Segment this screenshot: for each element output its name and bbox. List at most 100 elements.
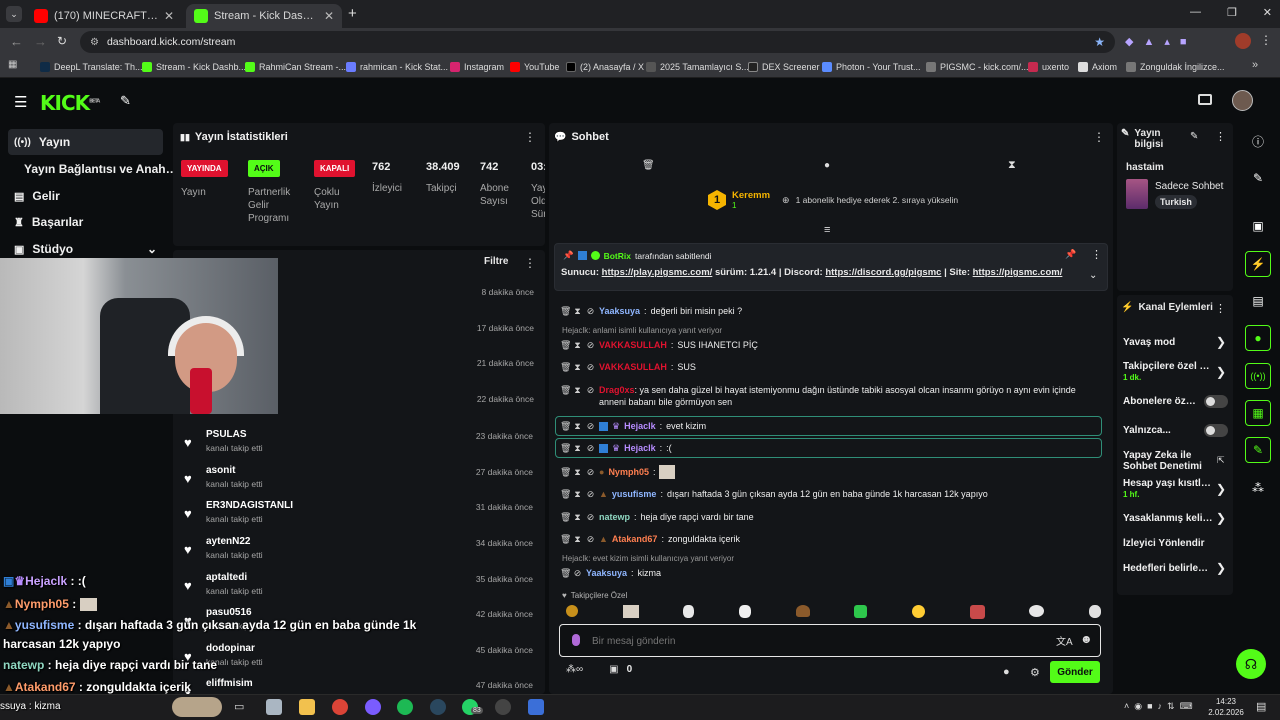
ban-icon[interactable]: ⊘ xyxy=(586,511,595,523)
file-explorer-icon[interactable] xyxy=(266,699,282,715)
hamburger-menu-icon[interactable]: ☰ xyxy=(14,93,27,111)
chat-username[interactable]: Hejaclk xyxy=(624,420,656,432)
ban-icon[interactable]: ⊘ xyxy=(586,361,595,373)
app-icon[interactable] xyxy=(528,699,544,715)
site-info-icon[interactable]: ⚙ xyxy=(90,37,99,48)
delete-icon[interactable]: 🗑 xyxy=(560,339,571,351)
nav-item-stream-key[interactable]: Yayın Bağlantısı ve Anahtarı xyxy=(8,156,178,182)
bookmark[interactable]: Stream - Kick Dashb... xyxy=(142,59,246,75)
emote-icon[interactable] xyxy=(622,605,639,618)
more-options-icon[interactable]: ⋮ xyxy=(1215,302,1226,315)
translate-icon[interactable]: 文A xyxy=(1056,633,1073,648)
site-link[interactable]: https://pigsmc.com/ xyxy=(973,267,1063,278)
emote-icon[interactable] xyxy=(738,605,751,618)
new-tab-icon[interactable]: + xyxy=(348,5,357,22)
ban-icon[interactable]: ⊘ xyxy=(586,442,595,454)
reload-icon[interactable]: ↻ xyxy=(57,34,67,48)
points-icon[interactable]: ⁂∞ xyxy=(566,664,583,675)
gear-icon[interactable]: ⚙ xyxy=(1030,666,1040,679)
more-options-icon[interactable]: ⋮ xyxy=(524,130,536,144)
tab-youtube[interactable]: (170) MINECRAFT'TA SAKLAMBAÇ ✕ xyxy=(26,4,182,28)
action-raid[interactable]: İzleyici Yönlendir xyxy=(1123,538,1229,549)
action-emotes-only[interactable]: Yalnızca... xyxy=(1123,425,1201,436)
bookmark[interactable]: DeepL Translate: Th... xyxy=(40,59,143,75)
chevron-right-icon[interactable]: ❯ xyxy=(1216,335,1226,349)
nav-item-yayin[interactable]: ((•)) Yayın xyxy=(8,129,163,155)
action-banned-words[interactable]: Yasaklanmış kelimel xyxy=(1123,513,1213,524)
document-icon[interactable]: ▤ xyxy=(1245,288,1271,314)
chat-username[interactable]: Nymph05 xyxy=(608,466,649,478)
delete-icon[interactable]: 🗑 xyxy=(560,420,571,432)
timeout-icon[interactable]: ⧗ xyxy=(573,339,582,351)
bookmark[interactable]: 2025 Tamamlayıcı S... xyxy=(646,59,749,75)
chat-username[interactable]: VAKKASULLAH xyxy=(599,339,667,351)
address-bar[interactable]: ⚙ dashboard.kick.com/stream ★ xyxy=(80,31,1115,53)
apps-icon[interactable]: ▦ xyxy=(8,59,17,70)
collapse-icon[interactable]: ≡ xyxy=(824,224,830,236)
action-account-age[interactable]: Hesap yaşı kısıtlama xyxy=(1123,478,1211,489)
bookmark[interactable]: YouTube xyxy=(510,59,559,75)
bookmark[interactable]: uxento xyxy=(1028,59,1069,75)
system-tray-icons[interactable]: ˄◉■♪⇅⌨ xyxy=(1124,701,1198,712)
more-options-icon[interactable]: ⋮ xyxy=(1093,130,1105,144)
bookmark[interactable]: DEX Screener xyxy=(748,59,820,75)
broadcast-icon[interactable]: ((•)) xyxy=(1245,363,1271,389)
folder-icon[interactable] xyxy=(299,699,315,715)
nav-item-basarilar[interactable]: ♜ Başarılar xyxy=(8,209,163,235)
menu-icon[interactable]: ⋮ xyxy=(1260,33,1272,47)
chat-input[interactable] xyxy=(592,633,1012,649)
app-icon[interactable] xyxy=(365,699,381,715)
more-options-icon[interactable]: ⋮ xyxy=(1215,130,1226,143)
timeout-icon[interactable]: ⧗ xyxy=(573,361,582,373)
emote-icon[interactable] xyxy=(795,605,810,617)
external-link-icon[interactable]: ⇱ xyxy=(1217,455,1225,466)
profile-avatar[interactable] xyxy=(1235,33,1251,49)
unpin-icon[interactable]: 📌 xyxy=(1065,249,1076,260)
close-icon[interactable]: ✕ xyxy=(324,9,334,23)
chat-icon[interactable]: ● xyxy=(1245,325,1271,351)
chat-username[interactable]: VAKKASULLAH xyxy=(599,361,667,373)
action-subscribers-only[interactable]: Abonelere özel... xyxy=(1123,396,1201,407)
delete-icon[interactable]: 🗑 xyxy=(560,466,571,478)
spotify-icon[interactable] xyxy=(397,699,413,715)
gift-icon[interactable]: ▣ xyxy=(609,664,618,675)
microphone-icon[interactable] xyxy=(572,634,580,646)
timeout-icon[interactable]: ⧗ xyxy=(573,384,582,396)
timeout-icon[interactable]: ⧗ xyxy=(573,533,582,545)
bookmark[interactable]: PIGSMC - kick.com/... xyxy=(926,59,1029,75)
pencil-icon[interactable]: ✎ xyxy=(1245,165,1271,191)
ban-icon[interactable]: ⊘ xyxy=(586,488,595,500)
chevron-right-icon[interactable]: ❯ xyxy=(1216,561,1226,575)
avatar[interactable] xyxy=(1232,90,1253,111)
more-options-icon[interactable]: ⋮ xyxy=(1091,248,1102,261)
obs-icon[interactable] xyxy=(495,699,511,715)
close-window-icon[interactable]: ✕ xyxy=(1263,6,1272,19)
bookmark[interactable]: Photon - Your Trust... xyxy=(822,59,921,75)
delete-icon[interactable]: 🗑 xyxy=(560,567,571,579)
info-icon[interactable]: ⓘ xyxy=(1245,128,1271,154)
bolt-icon[interactable]: ⚡ xyxy=(1245,251,1271,277)
bookmark[interactable]: Axiom xyxy=(1078,59,1117,75)
more-bookmarks-icon[interactable]: » xyxy=(1252,59,1258,71)
close-icon[interactable]: ✕ xyxy=(164,9,174,23)
timeout-icon[interactable]: ⧗ xyxy=(573,488,582,500)
ban-icon[interactable]: ⊘ xyxy=(586,339,595,351)
emote-icon[interactable] xyxy=(1029,605,1045,617)
window-controls[interactable]: — ❐ ✕ xyxy=(1190,6,1272,19)
emote-icon[interactable] xyxy=(1088,605,1101,618)
chevron-down-icon[interactable]: ⌄ xyxy=(147,242,157,256)
clock[interactable]: 14:23 2.02.2026 xyxy=(1206,696,1246,718)
chat-input-box[interactable]: 文A ☻ xyxy=(559,624,1101,657)
wrench-icon[interactable]: ✎ xyxy=(1245,437,1271,463)
steam-icon[interactable] xyxy=(430,699,446,715)
chat-icon[interactable]: ● xyxy=(824,160,830,171)
delete-icon[interactable]: 🗑 xyxy=(560,511,571,523)
chrome-icon[interactable] xyxy=(332,699,348,715)
chat-settings-icon[interactable]: ● xyxy=(1003,666,1010,678)
tab-search-icon[interactable]: ⌄ xyxy=(6,6,22,22)
chat-username[interactable]: Hejaclk xyxy=(624,442,656,454)
hourglass-icon[interactable]: ⧗ xyxy=(1008,159,1016,172)
delete-icon[interactable]: 🗑 xyxy=(560,442,571,454)
delete-icon[interactable]: 🗑 xyxy=(560,384,571,396)
chevron-down-icon[interactable]: ⌄ xyxy=(1089,270,1097,281)
